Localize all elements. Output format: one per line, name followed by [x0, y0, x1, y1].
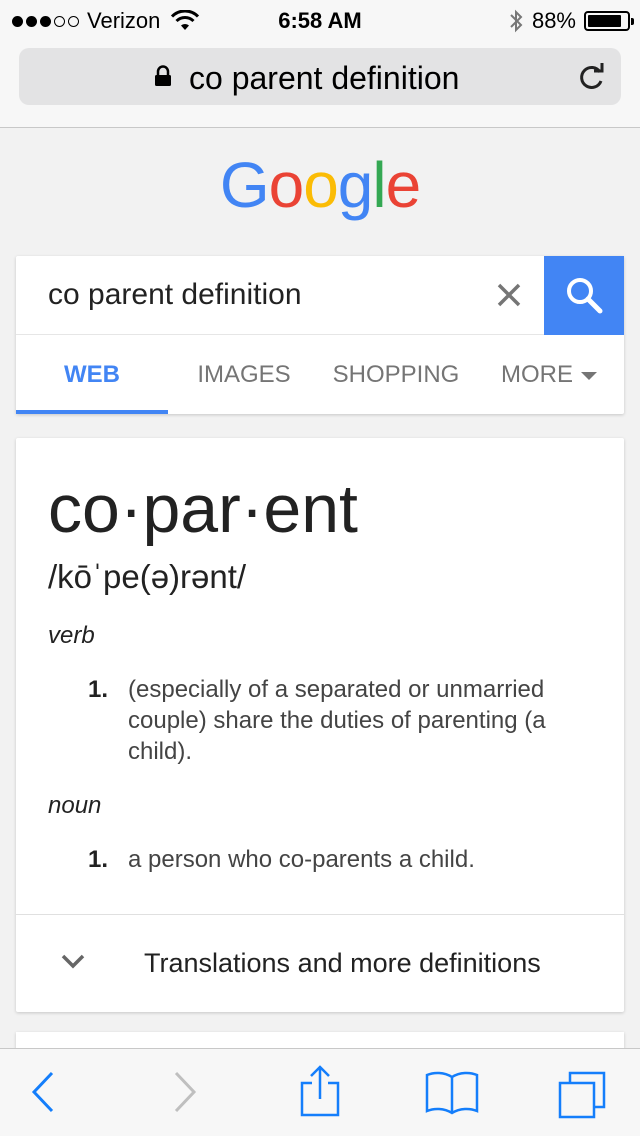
logo-letter: l [372, 149, 386, 221]
forward-icon[interactable] [170, 1069, 200, 1115]
browser-top-bar: Verizon 6:58 AM 88% co parent definition [0, 0, 640, 128]
sense-number: 1. [88, 846, 109, 873]
search-button[interactable] [544, 256, 624, 335]
logo-letter: o [303, 149, 339, 221]
sense-number: 1. [88, 676, 109, 703]
part-of-speech: noun [48, 792, 102, 819]
back-icon[interactable] [28, 1069, 58, 1115]
caret-down-icon [581, 371, 597, 380]
search-icon [567, 278, 603, 314]
battery-fill [588, 15, 622, 27]
address-text: co parent definition [189, 60, 460, 96]
google-logo: Google [0, 148, 640, 222]
tab-more[interactable]: MORE [494, 336, 604, 414]
search-card: co parent definition WEB IMAGES SHOPPING… [16, 256, 624, 414]
bluetooth-icon [510, 9, 523, 33]
search-input[interactable]: co parent definition [48, 278, 302, 312]
status-bar: Verizon 6:58 AM 88% [0, 0, 640, 40]
headword: co·par·ent [48, 471, 358, 547]
logo-letter: g [337, 149, 374, 221]
battery-percent: 88% [531, 8, 576, 33]
sense-item: 1. (especially of a separated or unmarri… [88, 674, 588, 770]
more-definitions-label: Translations and more definitions [144, 948, 541, 978]
search-row: co parent definition [16, 256, 624, 335]
tab-shopping[interactable]: SHOPPING [326, 336, 466, 414]
sense-text: (especially of a separated or unmarried … [128, 676, 546, 765]
more-definitions-toggle[interactable]: Translations and more definitions [16, 915, 624, 1012]
status-right: 88% [508, 8, 634, 34]
part-of-speech: verb [48, 622, 95, 649]
bookmarks-icon[interactable] [424, 1069, 480, 1117]
clear-search-icon[interactable] [494, 280, 524, 310]
tabs-icon[interactable] [556, 1069, 608, 1121]
definition-card: co·par·ent /kōˈpe(ə)rənt/ verb 1. (espec… [16, 438, 624, 1012]
search-tabs: WEB IMAGES SHOPPING MORE [16, 336, 624, 414]
reload-icon[interactable] [577, 60, 607, 92]
logo-letter: e [385, 149, 422, 221]
browser-toolbar [0, 1048, 640, 1136]
tab-more-label: MORE [501, 361, 573, 388]
logo-letter: G [219, 149, 270, 221]
tab-web[interactable]: WEB [16, 336, 168, 414]
tab-images[interactable]: IMAGES [184, 336, 304, 414]
share-icon[interactable] [298, 1063, 342, 1119]
lock-icon [155, 65, 171, 86]
address-bar[interactable]: co parent definition [19, 48, 621, 105]
battery-icon [584, 11, 634, 31]
chevron-down-icon [61, 954, 85, 969]
logo-letter: o [268, 149, 305, 221]
sense-item: 1. a person who co-parents a child. [88, 844, 588, 876]
sense-text: a person who co-parents a child. [128, 846, 475, 873]
pronunciation: /kōˈpe(ə)rənt/ [48, 558, 247, 595]
